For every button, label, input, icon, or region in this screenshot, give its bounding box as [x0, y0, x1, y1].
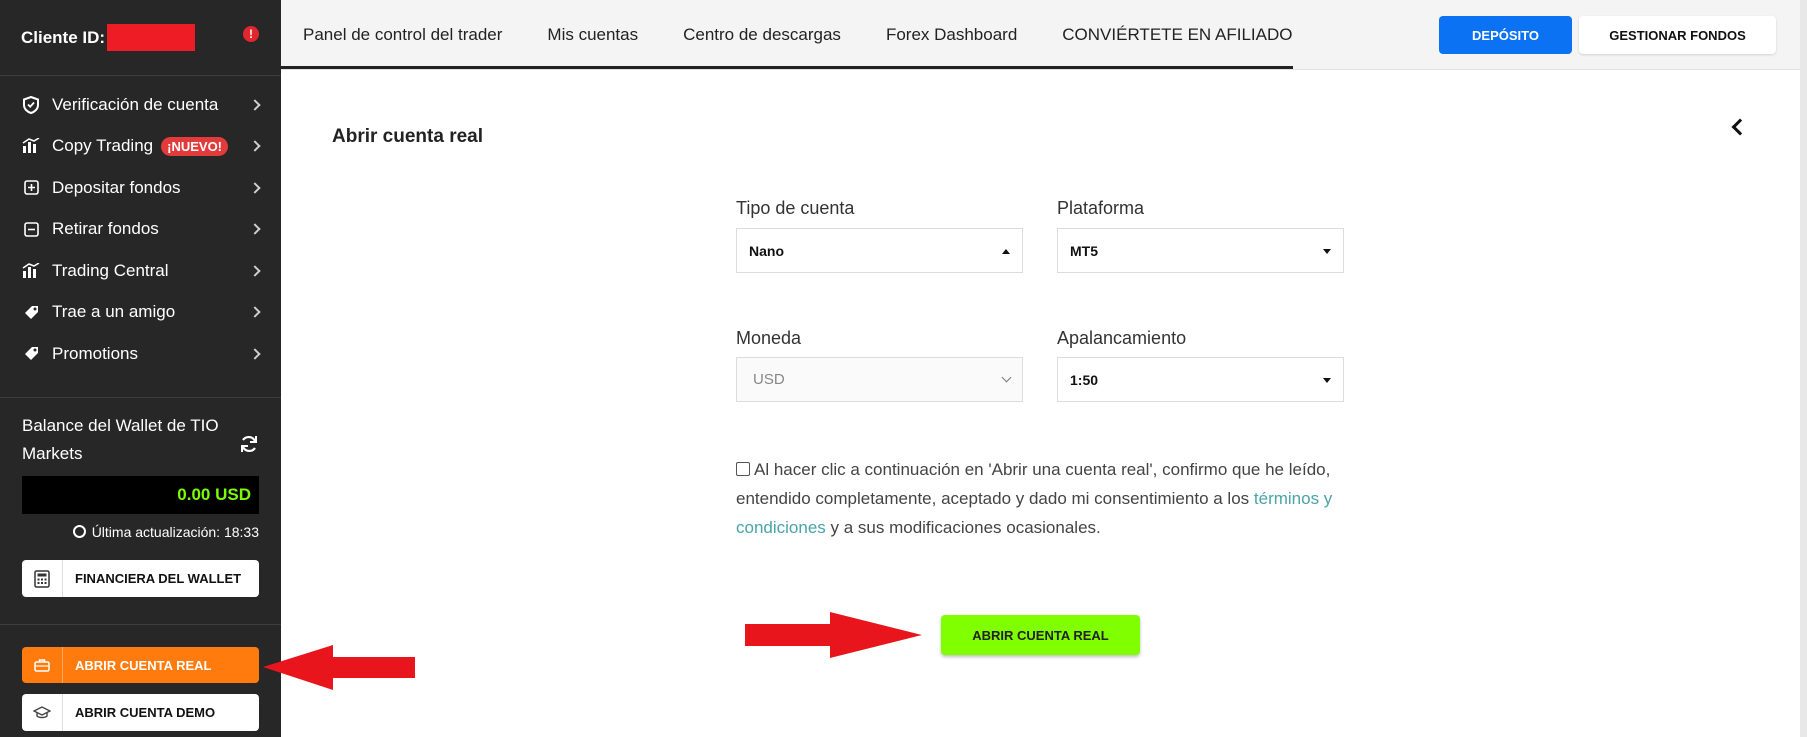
open-demo-account-button[interactable]: ABRIR CUENTA DEMO — [22, 694, 259, 731]
briefcase-icon — [22, 647, 63, 683]
wallet-finance-button[interactable]: FINANCIERA DEL WALLET — [22, 560, 259, 597]
deposit-button[interactable]: DEPÓSITO — [1439, 16, 1572, 54]
account-type-select[interactable]: Nano — [736, 228, 1023, 273]
tag-icon — [22, 303, 40, 321]
sidebar-item-label: Trading Central — [52, 260, 169, 280]
new-badge: ¡NUEVO! — [161, 136, 229, 156]
consent-text-after: y a sus modificaciones ocasionales. — [825, 518, 1101, 537]
chevron-right-icon — [249, 99, 261, 111]
sidebar-item-label: Copy Trading — [52, 136, 154, 156]
account-type-value: Nano — [749, 242, 784, 259]
open-real-account-sidebar-button[interactable]: ABRIR CUENTA REAL — [22, 647, 259, 683]
tab-forex-dashboard[interactable]: Forex Dashboard — [886, 25, 1017, 45]
client-header: Cliente ID: ! — [0, 0, 281, 76]
refresh-icon[interactable] — [239, 434, 259, 460]
platform-select[interactable]: MT5 — [1057, 228, 1344, 273]
consent-text: Al hacer clic a continuación en 'Abrir u… — [736, 455, 1346, 542]
graduation-cap-icon — [22, 694, 63, 731]
last-update-text: Última actualización: 18:33 — [91, 524, 259, 540]
account-type-label: Tipo de cuenta — [736, 198, 855, 218]
chevron-right-icon — [249, 265, 261, 277]
leverage-select[interactable]: 1:50 — [1057, 357, 1344, 402]
platform-label: Plataforma — [1057, 198, 1145, 218]
open-real-account-label: ABRIR CUENTA REAL — [75, 657, 212, 673]
leverage-value: 1:50 — [1070, 371, 1099, 388]
account-actions: ABRIR CUENTA REAL ABRIR CUENTA DEMO — [0, 625, 281, 731]
consent-checkbox[interactable] — [736, 462, 750, 476]
chart-bars-icon — [22, 137, 40, 155]
plus-square-icon — [22, 179, 40, 197]
sidebar-item-verification[interactable]: Verificación de cuenta — [0, 84, 281, 126]
annotation-arrow-left — [263, 645, 415, 690]
currency-select[interactable]: USD — [736, 357, 1023, 402]
open-real-account-button[interactable]: ABRIR CUENTA REAL — [941, 615, 1140, 655]
chart-bars-icon — [22, 262, 40, 280]
chevron-right-icon — [249, 348, 261, 360]
tab-downloads[interactable]: Centro de descargas — [683, 25, 841, 45]
shield-icon — [22, 95, 40, 114]
chevron-right-icon — [249, 223, 261, 235]
tab-trader-dashboard[interactable]: Panel de control del trader — [303, 25, 502, 45]
sidebar-item-refer-friend[interactable]: Trae a un amigo — [0, 292, 281, 334]
sidebar-item-copy-trading[interactable]: Copy Trading ¡NUEVO! — [0, 126, 281, 168]
page-title: Abrir cuenta real — [332, 126, 483, 147]
consent-text-before: Al hacer clic a continuación en 'Abrir u… — [736, 460, 1331, 508]
currency-label: Moneda — [736, 328, 802, 348]
wallet-finance-label: FINANCIERA DEL WALLET — [75, 571, 242, 586]
sidebar-menu: Verificación de cuenta Copy Trading ¡NUE… — [0, 76, 281, 398]
top-nav: Panel de control del trader Mis cuentas … — [281, 0, 1807, 70]
caret-down-icon — [1323, 378, 1331, 383]
page-scrollbar[interactable] — [1800, 0, 1807, 737]
sidebar-item-label: Depositar fondos — [52, 177, 181, 197]
manage-funds-button[interactable]: GESTIONAR FONDOS — [1579, 16, 1776, 54]
tabs-underline — [281, 66, 1293, 69]
clock-icon — [72, 525, 86, 538]
sidebar: Cliente ID: ! Verificación de cuenta Cop… — [0, 0, 281, 737]
wallet-title: Balance del Wallet de TIO Markets — [22, 416, 219, 463]
calculator-icon — [22, 560, 63, 597]
caret-up-icon — [1002, 249, 1010, 254]
redacted-client-id — [107, 24, 196, 51]
minus-square-icon — [22, 220, 40, 238]
back-chevron-icon[interactable] — [1731, 118, 1749, 136]
sidebar-item-deposit-funds[interactable]: Depositar fondos — [0, 167, 281, 209]
alert-icon[interactable]: ! — [243, 26, 259, 42]
sidebar-item-withdraw-funds[interactable]: Retirar fondos — [0, 209, 281, 251]
wallet-panel: Balance del Wallet de TIO Markets 0.00 U… — [0, 398, 281, 625]
sidebar-item-label: Promotions — [52, 343, 138, 363]
open-demo-account-label: ABRIR CUENTA DEMO — [75, 705, 216, 720]
tab-my-accounts[interactable]: Mis cuentas — [547, 25, 638, 45]
annotation-arrow-right — [745, 612, 922, 658]
platform-value: MT5 — [1070, 242, 1098, 259]
chevron-down-icon — [1001, 372, 1012, 383]
sidebar-item-promotions[interactable]: Promotions — [0, 333, 281, 375]
caret-down-icon — [1323, 249, 1331, 254]
chevron-right-icon — [249, 182, 261, 194]
currency-value: USD — [753, 371, 785, 388]
chevron-right-icon — [249, 306, 261, 318]
wallet-balance: 0.00 USD — [22, 476, 259, 514]
leverage-label: Apalancamiento — [1057, 328, 1187, 348]
tab-become-affiliate[interactable]: CONVIÉRTETE EN AFILIADO — [1062, 25, 1292, 45]
sidebar-item-label: Retirar fondos — [52, 219, 159, 239]
client-id-label: Cliente ID: — [21, 27, 106, 47]
sidebar-item-trading-central[interactable]: Trading Central — [0, 250, 281, 292]
chevron-right-icon — [249, 140, 261, 152]
nav-tabs: Panel de control del trader Mis cuentas … — [281, 0, 1337, 70]
last-update: Última actualización: 18:33 — [22, 524, 259, 540]
sidebar-item-label: Verificación de cuenta — [52, 94, 219, 114]
tag-icon — [22, 345, 40, 363]
sidebar-item-label: Trae a un amigo — [52, 302, 176, 322]
